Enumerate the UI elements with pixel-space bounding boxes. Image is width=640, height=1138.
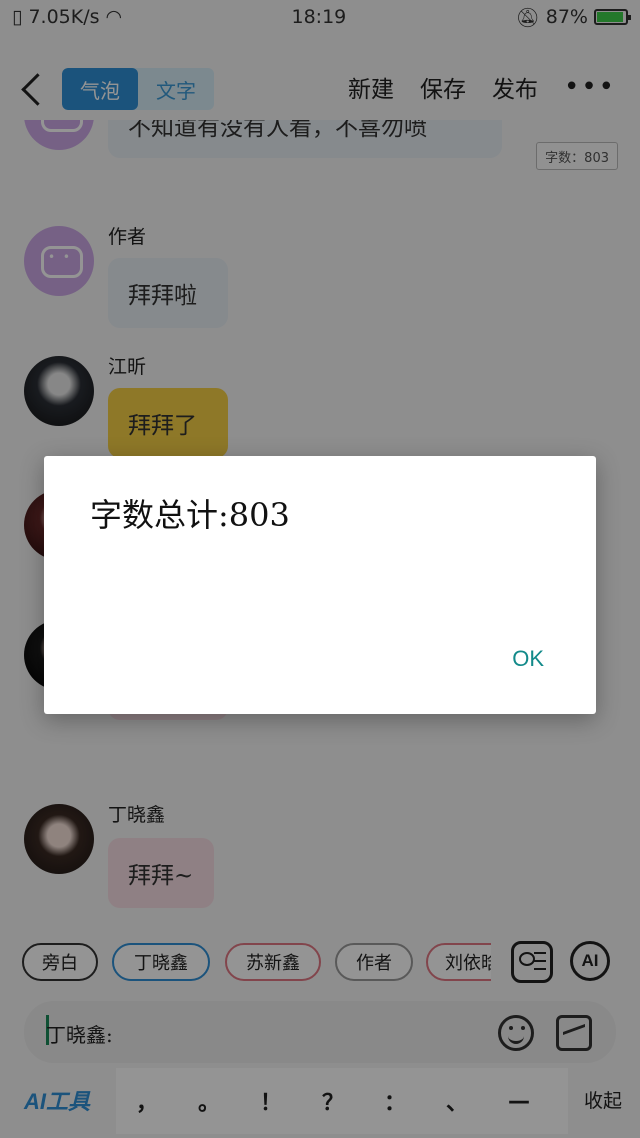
modal-backdrop[interactable]: 字数总计:803 OK xyxy=(0,0,640,1138)
dialog-message: 字数总计:803 xyxy=(90,496,290,534)
word-count-dialog: 字数总计:803 OK xyxy=(44,456,596,714)
ok-button[interactable]: OK xyxy=(512,646,544,672)
